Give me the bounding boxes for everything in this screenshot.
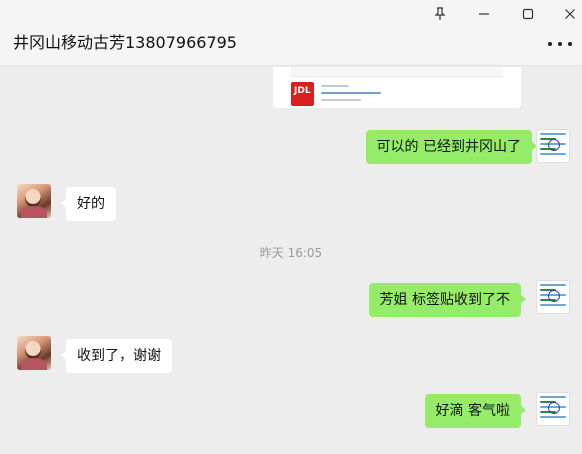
shared-card-message[interactable]: JDL [273,67,521,108]
card-header-strip [291,67,503,77]
message-bubble-own[interactable]: 芳姐 标签贴收到了不 [368,283,527,317]
message-bubble-contact[interactable]: 收到了，谢谢 [61,339,172,373]
contact-avatar[interactable] [17,184,51,218]
maximize-icon[interactable] [516,3,540,25]
message-bubble-contact[interactable]: 好的 [61,187,116,221]
card-link-line [321,92,381,94]
message-timestamp: 昨天 16:05 [259,246,323,260]
own-avatar[interactable] [536,392,570,426]
pin-icon[interactable] [428,3,452,25]
more-options-icon[interactable] [548,37,572,51]
message-bubble-own[interactable]: 可以的 已经到井冈山了 [365,130,538,164]
card-text-line [321,99,361,101]
title-bar: 井冈山移动古芳13807966795 [0,0,582,66]
jdl-logo: JDL [291,82,314,106]
own-avatar[interactable] [536,129,570,163]
message-list[interactable]: JDL 可以的 已经到井冈山了 好的 昨天 16:05 芳姐 标签贴收到了不 收… [0,67,582,454]
close-icon[interactable] [558,3,582,25]
own-avatar[interactable] [536,280,570,314]
contact-avatar[interactable] [17,336,51,370]
chat-title: 井冈山移动古芳13807966795 [13,33,237,52]
minimize-icon[interactable] [472,3,496,25]
message-bubble-own[interactable]: 好滴 客气啦 [424,394,527,428]
card-text-line [321,85,349,87]
